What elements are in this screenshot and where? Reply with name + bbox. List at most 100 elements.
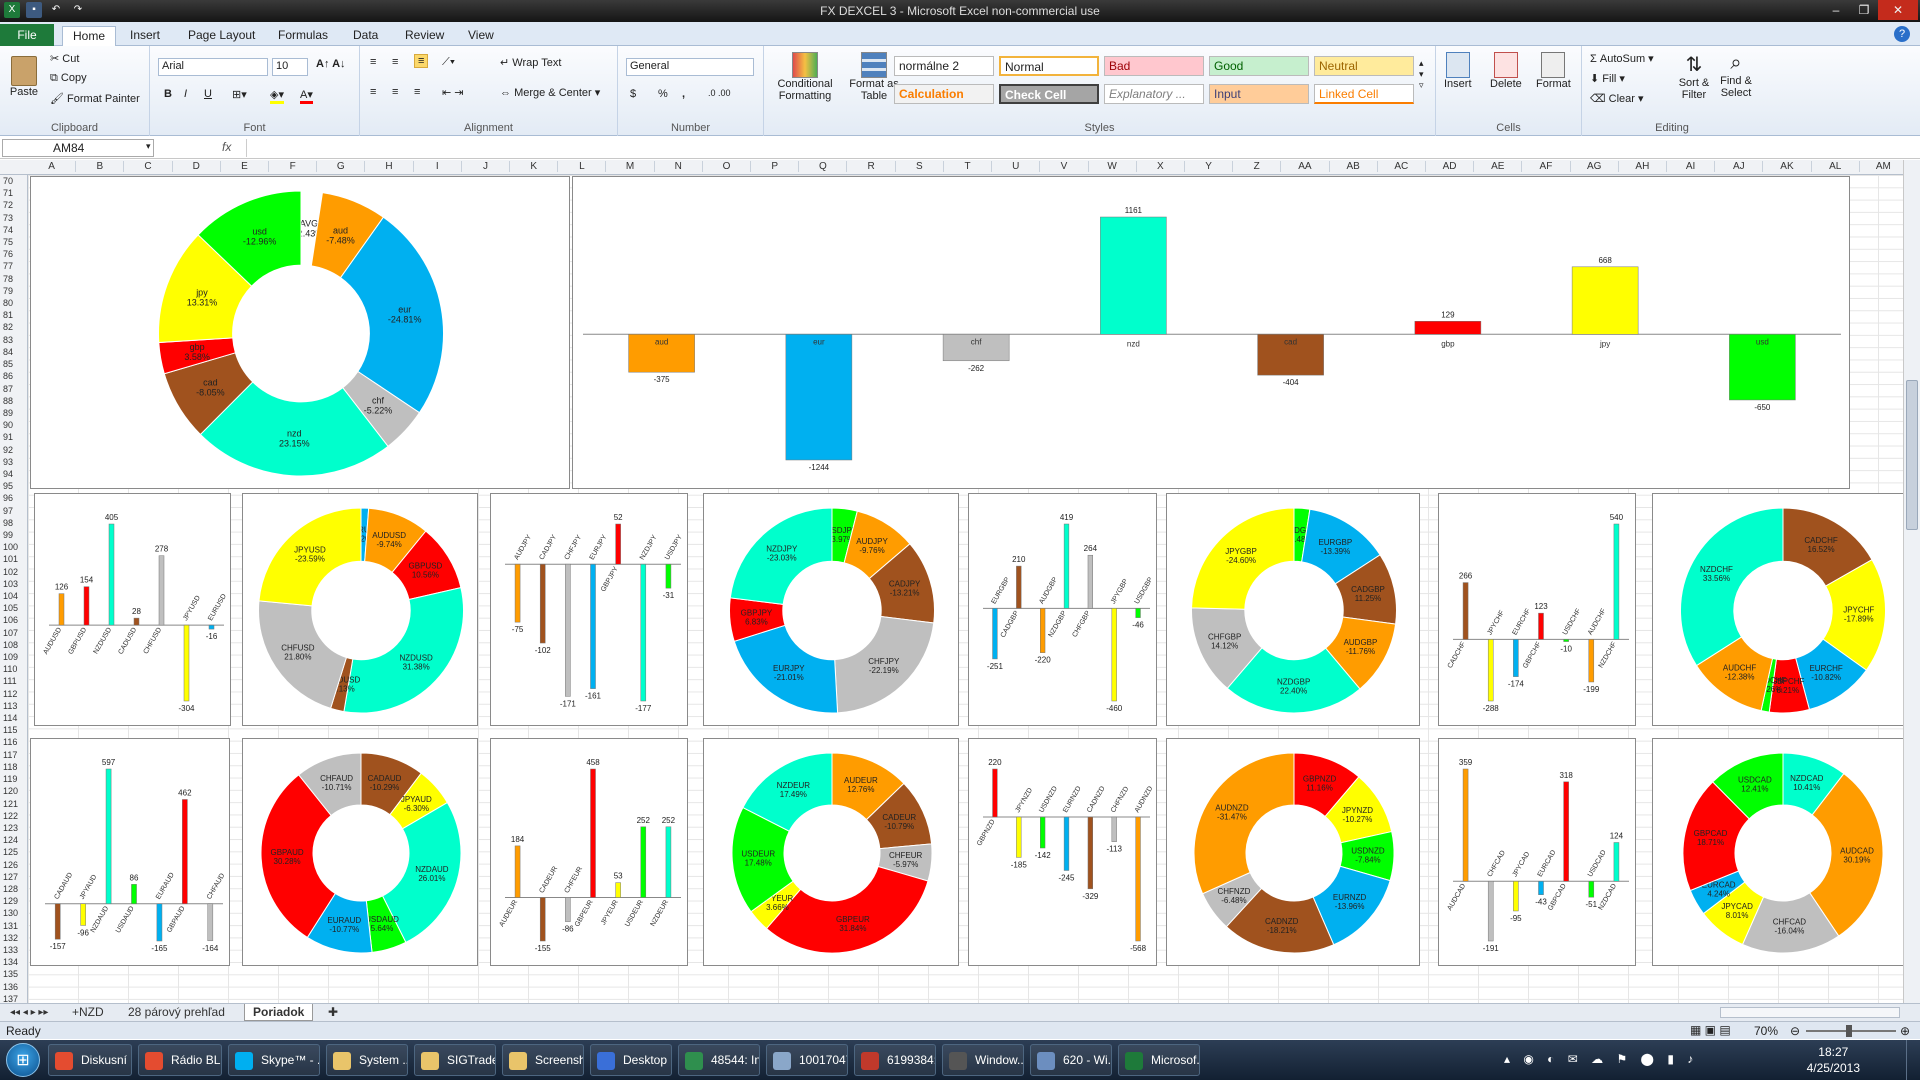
paste-button[interactable]: Paste	[6, 56, 42, 104]
autosum-button[interactable]: Σ AutoSum ▾	[1590, 52, 1654, 65]
taskbar-item[interactable]: Window...	[942, 1044, 1024, 1076]
column-header[interactable]: V	[1040, 161, 1089, 172]
column-header[interactable]: N	[655, 161, 703, 172]
row-header[interactable]: 78	[0, 273, 27, 285]
row-header[interactable]: 101	[0, 553, 27, 565]
align-left-icon[interactable]: ≡	[370, 86, 376, 98]
tab-home[interactable]: Home	[62, 26, 117, 46]
row-header[interactable]: 127	[0, 871, 27, 883]
tab-insert[interactable]: Insert	[120, 26, 170, 46]
row-header[interactable]: 96	[0, 492, 27, 504]
grow-font-icon[interactable]: A↑ A↓	[316, 58, 346, 70]
row-header[interactable]: 104	[0, 590, 27, 602]
column-header[interactable]: G	[317, 161, 366, 172]
font-name-select[interactable]: Arial	[158, 58, 268, 76]
row-header[interactable]: 81	[0, 309, 27, 321]
row-header[interactable]: 110	[0, 663, 27, 675]
row-header[interactable]: 76	[0, 248, 27, 260]
align-top-icon[interactable]: ≡	[370, 56, 376, 68]
column-header[interactable]: R	[847, 161, 896, 172]
number-format-select[interactable]: General	[626, 58, 754, 76]
taskbar-item[interactable]: Screensh...	[502, 1044, 584, 1076]
font-color-icon[interactable]: A▾	[300, 88, 313, 104]
donut-chart[interactable]: AUDEUR 12.76% CADEUR -10.79% CHFEUR -5.97% GBP…	[703, 738, 959, 966]
name-box[interactable]: AM84	[2, 139, 154, 157]
column-header[interactable]: AH	[1619, 161, 1667, 172]
row-header[interactable]: 80	[0, 297, 27, 309]
row-header[interactable]: 95	[0, 480, 27, 492]
row-header[interactable]: 86	[0, 370, 27, 382]
copy-button[interactable]: ⧉ Copy	[50, 72, 87, 85]
donut-chart[interactable]: CADAUD -10.29% JPYAUD -6.30% NZDAUD 26.01% USD…	[242, 738, 478, 966]
column-header[interactable]: W	[1089, 161, 1137, 172]
row-header[interactable]: 114	[0, 712, 27, 724]
column-header[interactable]: X	[1137, 161, 1185, 172]
format-cells-button[interactable]: Format	[1536, 52, 1571, 90]
row-header[interactable]: 134	[0, 956, 27, 968]
taskbar-item[interactable]: Microsof...	[1118, 1044, 1200, 1076]
style-explanatory[interactable]: Explanatory ...	[1104, 84, 1204, 104]
column-header[interactable]: E	[221, 161, 270, 172]
column-header[interactable]: B	[76, 161, 125, 172]
row-header[interactable]: 73	[0, 212, 27, 224]
minimize-button[interactable]: –	[1822, 0, 1850, 20]
row-header[interactable]: 71	[0, 187, 27, 199]
row-header[interactable]: 106	[0, 614, 27, 626]
row-header[interactable]: 136	[0, 981, 27, 993]
row-header[interactable]: 89	[0, 407, 27, 419]
column-header[interactable]: AF	[1522, 161, 1571, 172]
conditional-formatting-button[interactable]: Conditional Formatting	[770, 52, 840, 102]
italic-button[interactable]: I	[184, 88, 187, 100]
styles-scroll-icon[interactable]: ▴ ▾ ▿	[1419, 58, 1424, 91]
row-header[interactable]: 132	[0, 932, 27, 944]
bar-chart[interactable]: -375 aud -1244 eur -262 chf 1161 nzd -404 cad 129 g…	[572, 176, 1850, 489]
align-center-icon[interactable]: ≡	[392, 86, 398, 98]
donut-chart[interactable]: USDGBP -2.48% EURGBP -13.39% CADGBP 11.25% AUD…	[1166, 493, 1420, 726]
bar-chart[interactable]: 220 GBPNZD -185 JPYNZD -142 USDNZD -245 EURNZD -…	[968, 738, 1157, 966]
formula-input[interactable]	[246, 139, 1916, 157]
bar-chart[interactable]: 266 CADCHF -288 JPYCHF -174 EURCHF 123 GBPCHF -1…	[1438, 493, 1636, 726]
align-middle-icon[interactable]: ≡	[392, 56, 398, 68]
row-header[interactable]: 100	[0, 541, 27, 553]
sheet-tab-28-parovy[interactable]: 28 párový prehľad	[120, 1004, 233, 1021]
bar-chart[interactable]: 126 AUDUSD 154 GBPUSD 405 NZDUSD 28 CADUSD 278 CH…	[34, 493, 231, 726]
row-header[interactable]: 93	[0, 456, 27, 468]
row-header[interactable]: 84	[0, 346, 27, 358]
column-header[interactable]: AJ	[1715, 161, 1764, 172]
row-header[interactable]: 124	[0, 834, 27, 846]
row-header[interactable]: 105	[0, 602, 27, 614]
taskbar-item[interactable]: 10017047...	[766, 1044, 848, 1076]
zoom-out-icon[interactable]: ⊖	[1790, 1024, 1800, 1038]
column-header[interactable]: AI	[1667, 161, 1716, 172]
column-header[interactable]: AA	[1281, 161, 1330, 172]
restore-button[interactable]: ❐	[1850, 0, 1878, 20]
percent-button[interactable]: %	[658, 88, 668, 100]
bar-chart[interactable]: -157 CADAUD -96 JPYAUD 597 NZDAUD 86 USDAUD -165…	[30, 738, 230, 966]
row-header[interactable]: 90	[0, 419, 27, 431]
decimal-icon[interactable]: .0 .00	[708, 88, 731, 98]
row-header[interactable]: 88	[0, 395, 27, 407]
row-header[interactable]: 97	[0, 505, 27, 517]
column-header[interactable]: I	[414, 161, 462, 172]
row-header[interactable]: 119	[0, 773, 27, 785]
close-button[interactable]: ✕	[1878, 0, 1918, 20]
row-header[interactable]: 87	[0, 383, 27, 395]
name-box-dropdown-icon[interactable]: ▾	[146, 141, 151, 152]
row-header[interactable]: 131	[0, 920, 27, 932]
row-header[interactable]: 83	[0, 334, 27, 346]
indent-icon[interactable]: ⇤ ⇥	[442, 86, 464, 99]
taskbar-item[interactable]: System ...	[326, 1044, 408, 1076]
align-right-icon[interactable]: ≡	[414, 86, 420, 98]
column-header[interactable]: S	[896, 161, 944, 172]
row-header[interactable]: 121	[0, 798, 27, 810]
style-good[interactable]: Good	[1209, 56, 1309, 76]
row-header[interactable]: 98	[0, 517, 27, 529]
row-header[interactable]: 126	[0, 859, 27, 871]
row-header[interactable]: 120	[0, 785, 27, 797]
donut-chart[interactable]: CADCHF 16.52% JPYCHF -17.89% EURCHF -10.82% GB…	[1652, 493, 1912, 726]
bar-chart[interactable]: 359 AUDCAD -191 CHFCAD -95 JPYCAD -43 EURCAD 318…	[1438, 738, 1636, 966]
row-header[interactable]: 103	[0, 578, 27, 590]
tab-review[interactable]: Review	[395, 26, 454, 46]
bold-button[interactable]: B	[164, 88, 172, 100]
zoom-slider[interactable]	[1806, 1025, 1896, 1037]
